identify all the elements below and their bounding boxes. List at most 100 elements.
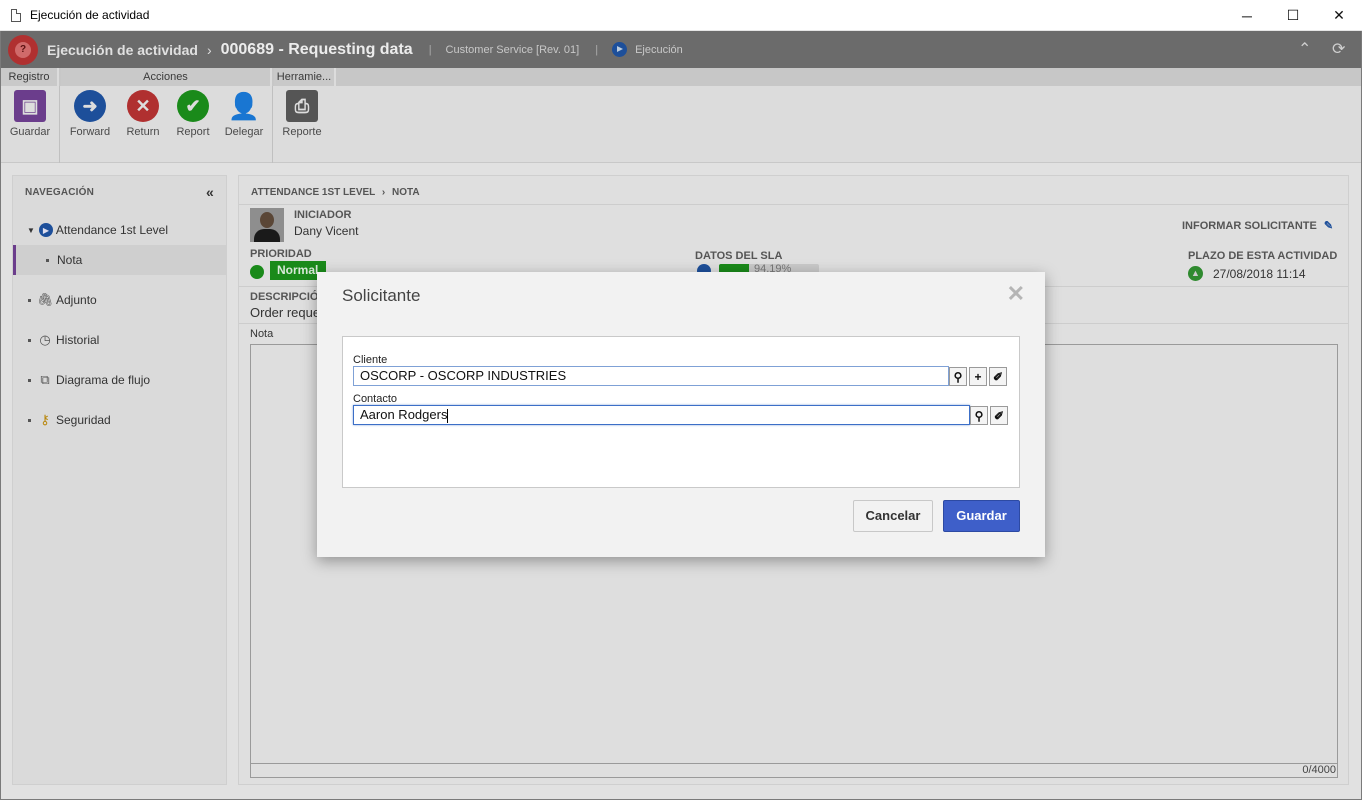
note-footer bbox=[250, 764, 1338, 778]
app-header: ? Ejecución de actividad › 000689 - Requ… bbox=[1, 31, 1361, 68]
play-icon bbox=[612, 42, 628, 57]
ribbon-group-labels: Registro Acciones Herramie... bbox=[1, 68, 1361, 86]
breadcrumb-separator: › bbox=[381, 187, 386, 198]
refresh-icon[interactable]: ⟳ bbox=[1332, 39, 1345, 59]
sla-label: DATOS DEL SLA bbox=[695, 250, 783, 262]
plus-icon: + bbox=[974, 369, 982, 384]
nav-item-label: Historial bbox=[56, 333, 100, 347]
key-icon: ⚷ bbox=[40, 412, 50, 427]
service-name: Customer Service [Rev. 01] bbox=[445, 43, 580, 56]
chevron-up-icon: ▲ bbox=[1188, 266, 1203, 281]
group-herramientas: Herramie... bbox=[274, 68, 336, 86]
navigation-heading: NAVEGACIÓN « bbox=[13, 176, 226, 208]
bullet-icon bbox=[46, 258, 49, 262]
contact-field[interactable]: Aaron Rodgers bbox=[353, 405, 970, 425]
history-icon: ◷ bbox=[39, 332, 51, 347]
minimize-button[interactable]: ─ bbox=[1224, 0, 1270, 31]
eraser-icon: ✐ bbox=[992, 369, 1004, 384]
nav-item-label: Adjunto bbox=[56, 293, 97, 307]
inform-requester-label: INFORMAR SOLICITANTE bbox=[1182, 220, 1317, 232]
search-client-button[interactable]: ⚲ bbox=[949, 367, 967, 386]
save-button[interactable]: Guardar bbox=[943, 500, 1020, 532]
printer-icon: ⎙ bbox=[286, 90, 318, 122]
initiator-label: INICIADOR bbox=[294, 209, 352, 221]
print-report-label: Reporte bbox=[282, 126, 322, 138]
breadcrumb-separator: › bbox=[206, 41, 212, 58]
character-counter: 0/4000 bbox=[1302, 764, 1336, 776]
page-title: 000689 - Requesting data bbox=[220, 40, 413, 58]
dialog-header: Solicitante ✕ bbox=[317, 272, 1045, 316]
clear-contact-button[interactable]: ✐ bbox=[990, 406, 1008, 425]
floppy-disk-icon: ▣ bbox=[14, 90, 46, 122]
dialog-title: Solicitante bbox=[342, 286, 421, 305]
bullet-icon bbox=[28, 378, 31, 382]
return-button[interactable]: ✕ Return bbox=[116, 90, 170, 138]
report-button[interactable]: ✔ Report bbox=[166, 90, 220, 138]
nav-item-label: Attendance 1st Level bbox=[55, 223, 168, 237]
deadline-value: 27/08/2018 11:14 bbox=[1213, 267, 1306, 281]
avatar bbox=[250, 208, 284, 242]
client-field[interactable]: OSCORP - OSCORP INDUSTRIES bbox=[353, 366, 949, 386]
divider: | bbox=[595, 43, 599, 56]
text-caret bbox=[447, 408, 449, 423]
contact-value: Aaron Rodgers bbox=[360, 407, 448, 422]
breadcrumb-item-nota: NOTA bbox=[392, 187, 420, 198]
search-contact-button[interactable]: ⚲ bbox=[970, 406, 988, 425]
nav-item-label: Seguridad bbox=[56, 413, 111, 427]
status-label: Ejecución bbox=[635, 43, 683, 56]
collapse-nav-icon[interactable]: « bbox=[206, 184, 214, 200]
inform-requester-link[interactable]: INFORMAR SOLICITANTE ✎ bbox=[1182, 219, 1333, 232]
delegate-button[interactable]: 👤 Delegar bbox=[217, 90, 271, 139]
bullet-icon bbox=[28, 418, 31, 422]
nav-item-diagrama[interactable]: ⧉ Diagrama de flujo bbox=[13, 365, 226, 395]
requester-fieldset: Cliente OSCORP - OSCORP INDUSTRIES ⚲ + ✐… bbox=[342, 336, 1020, 488]
nav-item-label: Nota bbox=[57, 253, 83, 267]
user-arrow-icon: 👤 bbox=[227, 90, 261, 121]
collapse-header-icon[interactable]: ⌃ bbox=[1298, 39, 1311, 59]
search-icon: ⚲ bbox=[974, 408, 984, 423]
app-logo: ? bbox=[8, 34, 38, 65]
maximize-button[interactable]: ☐ bbox=[1270, 0, 1316, 31]
nav-item-attendance[interactable]: ▼ ▶ Attendance 1st Level bbox=[13, 215, 226, 245]
return-label: Return bbox=[126, 126, 160, 138]
bullet-icon bbox=[28, 298, 31, 302]
x-circle-icon: ✕ bbox=[127, 90, 159, 122]
close-icon[interactable]: ✕ bbox=[1007, 283, 1025, 305]
contact-label: Contacto bbox=[353, 393, 398, 405]
save-tool-label: Guardar bbox=[9, 126, 51, 138]
description-label: DESCRIPCIÓN bbox=[250, 291, 327, 303]
priority-label: PRIORIDAD bbox=[250, 248, 312, 260]
report-label: Report bbox=[176, 126, 210, 138]
play-icon: ▶ bbox=[38, 223, 53, 237]
window-titlebar: Ejecución de actividad ─ ☐ ✕ bbox=[0, 0, 1362, 31]
group-acciones: Acciones bbox=[61, 68, 272, 86]
pencil-icon: ✎ bbox=[1323, 220, 1334, 232]
navigation-panel: NAVEGACIÓN « ▼ ▶ Attendance 1st Level No… bbox=[12, 175, 227, 785]
nav-item-historial[interactable]: ◷ Historial bbox=[13, 325, 226, 355]
clear-client-button[interactable]: ✐ bbox=[989, 367, 1007, 386]
delegate-label: Delegar bbox=[224, 126, 264, 138]
close-window-button[interactable]: ✕ bbox=[1316, 0, 1362, 31]
cancel-button[interactable]: Cancelar bbox=[853, 500, 933, 532]
print-report-button[interactable]: ⎙ Reporte bbox=[275, 90, 329, 138]
add-client-button[interactable]: + bbox=[969, 367, 987, 386]
eraser-icon: ✐ bbox=[993, 408, 1005, 423]
nav-item-seguridad[interactable]: ⚷ Seguridad bbox=[13, 405, 226, 435]
navigation-title: NAVEGACIÓN bbox=[25, 187, 95, 198]
nav-item-label: Diagrama de flujo bbox=[56, 373, 151, 387]
caret-down-icon: ▼ bbox=[27, 225, 35, 235]
breadcrumb-activity-execution[interactable]: Ejecución de actividad bbox=[47, 42, 198, 58]
nav-item-adjunto[interactable]: 🖇 Adjunto bbox=[13, 285, 226, 315]
dialog-body: Cliente OSCORP - OSCORP INDUSTRIES ⚲ + ✐… bbox=[317, 316, 1045, 557]
forward-button[interactable]: ➜ Forward bbox=[63, 90, 117, 138]
note-label: Nota bbox=[250, 328, 274, 340]
priority-dot-icon bbox=[250, 265, 264, 279]
breadcrumb-item-attendance[interactable]: ATTENDANCE 1ST LEVEL bbox=[251, 187, 375, 198]
check-circle-icon: ✔ bbox=[177, 90, 209, 122]
save-tool-button[interactable]: ▣ Guardar bbox=[3, 90, 57, 138]
divider: | bbox=[428, 43, 432, 56]
requester-dialog: Solicitante ✕ Cliente OSCORP - OSCORP IN… bbox=[317, 272, 1045, 557]
deadline-label: PLAZO DE ESTA ACTIVIDAD bbox=[1188, 250, 1338, 262]
nav-item-nota[interactable]: Nota bbox=[13, 245, 226, 275]
window-title: Ejecución de actividad bbox=[30, 8, 150, 22]
